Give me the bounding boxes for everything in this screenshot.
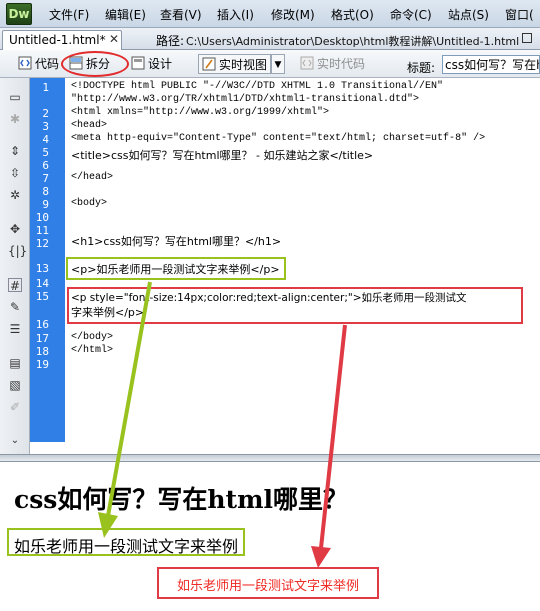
title-label: 标题: — [407, 61, 436, 75]
line-number: 18 — [35, 345, 49, 358]
restore-window-icon[interactable] — [522, 33, 532, 43]
design-paragraph-red[interactable]: 如乐老师用一段测试文字来举例 — [157, 567, 379, 599]
remove-comment-icon[interactable]: ▧ — [8, 378, 22, 392]
highlight-invalid-code-icon[interactable]: ✎ — [8, 300, 22, 314]
design-view-button[interactable]: 设计 — [131, 54, 172, 74]
code-line[interactable]: <body> — [71, 198, 107, 209]
line-number: 13 — [35, 262, 49, 275]
line-number: 4 — [42, 133, 49, 146]
menu-insert[interactable]: 插入(I) — [217, 6, 254, 23]
line-number: 9 — [42, 198, 49, 211]
code-line[interactable]: </head> — [71, 172, 113, 183]
code-view-icon — [18, 56, 32, 70]
coding-toolbar: ▭ ✱ ⇕ ⇳ ✲ ✥ {|} # ✎ ☰ ▤ ▧ ✐ ⌄ — [0, 78, 30, 454]
code-line[interactable]: </html> — [71, 345, 113, 356]
line-number: 17 — [35, 332, 49, 345]
select-parent-tag-icon[interactable]: ✥ — [8, 222, 22, 236]
code-line[interactable]: <!DOCTYPE html PUBLIC "-//W3C//DTD XHTML… — [71, 81, 443, 92]
live-code-label: 实时代码 — [317, 57, 366, 71]
menu-view[interactable]: 查看(V) — [160, 6, 202, 23]
file-management-icon[interactable]: ✱ — [8, 112, 22, 126]
collapse-tag-icon[interactable]: ⇕ — [8, 144, 22, 158]
line-numbers-icon[interactable]: # — [8, 278, 22, 293]
line-number: 3 — [42, 120, 49, 133]
code-line[interactable]: <meta http-equiv="Content-Type" content=… — [71, 133, 485, 144]
design-heading[interactable]: css如何写？写在html哪里？ — [14, 480, 348, 516]
split-view-icon — [69, 56, 83, 70]
menu-modify[interactable]: 修改(M) — [271, 6, 315, 23]
live-view-label: 实时视图 — [219, 58, 268, 72]
code-highlight-red — [67, 287, 523, 324]
code-view-label: 代码 — [35, 57, 60, 71]
syntax-error-icon[interactable]: ☰ — [8, 322, 22, 336]
code-line[interactable]: <head> — [71, 120, 107, 131]
document-tab[interactable]: Untitled-1.html* ✕ — [2, 30, 122, 50]
menu-format[interactable]: 格式(O) — [331, 6, 374, 23]
design-paragraph-green[interactable]: 如乐老师用一段测试文字来举例 — [7, 528, 245, 556]
open-documents-icon[interactable]: ▭ — [8, 90, 22, 104]
line-number: 1 — [42, 81, 49, 94]
split-divider[interactable] — [0, 454, 540, 462]
design-paragraph-red-text: 如乐老师用一段测试文字来举例 — [176, 579, 359, 594]
collapse-selection-icon[interactable]: ⇳ — [8, 166, 22, 180]
design-view-label: 设计 — [148, 57, 173, 71]
code-line[interactable]: "http://www.w3.org/TR/xhtml1/DTD/xhtml1-… — [71, 94, 419, 105]
line-number: 19 — [35, 358, 49, 371]
code-line[interactable]: <title>css如何写？写在html哪里？ - 如乐建站之家</title> — [71, 147, 373, 163]
live-view-icon — [202, 57, 216, 71]
menu-edit[interactable]: 编辑(E) — [105, 6, 146, 23]
menu-site[interactable]: 站点(S) — [448, 6, 489, 23]
code-line[interactable]: </body> — [71, 332, 113, 343]
code-line[interactable]: <h1>css如何写？写在html哪里？</h1> — [71, 233, 281, 249]
live-code-icon — [300, 56, 314, 70]
menu-file[interactable]: 文件(F) — [49, 6, 89, 23]
apply-comment-icon[interactable]: ▤ — [8, 356, 22, 370]
line-number: 11 — [35, 224, 49, 237]
close-icon[interactable]: ✕ — [109, 32, 119, 46]
dreamweaver-logo-icon: Dw — [6, 3, 32, 25]
document-path: C:\Users\Administrator\Desktop\html教程讲解\… — [186, 35, 520, 48]
code-view-button[interactable]: 代码 — [18, 54, 59, 74]
split-view-button[interactable]: 拆分 — [69, 54, 110, 74]
split-view-label: 拆分 — [86, 57, 111, 71]
line-number: 16 — [35, 318, 49, 331]
document-tab-bar: Untitled-1.html* ✕ 路径: C:\Users\Administ… — [0, 28, 540, 50]
document-tab-label: Untitled-1.html* — [9, 33, 106, 47]
live-view-dropdown[interactable]: ▼ — [271, 54, 285, 74]
line-number: 15 — [35, 290, 49, 303]
title-input[interactable]: css如何写？写在h — [442, 55, 540, 74]
line-number: 6 — [42, 159, 49, 172]
line-number: 5 — [42, 146, 49, 159]
wrap-tag-icon[interactable]: ✐ — [8, 400, 22, 414]
line-number: 7 — [42, 172, 49, 185]
path-label: 路径: — [156, 34, 185, 48]
design-paragraph-text: 如乐老师用一段测试文字来举例 — [14, 537, 239, 556]
chevron-down-icon: ▼ — [274, 60, 282, 70]
line-number: 12 — [35, 237, 49, 250]
line-number: 14 — [35, 277, 49, 290]
design-view-icon — [131, 56, 145, 70]
line-number-gutter: 1 2 3 4 5 6 7 8 9 10 11 12 13 14 15 16 1… — [30, 78, 65, 442]
menu-commands[interactable]: 命令(C) — [390, 6, 432, 23]
balance-braces-icon[interactable]: {|} — [8, 244, 27, 258]
menu-window[interactable]: 窗口( — [505, 6, 534, 23]
line-number: 10 — [35, 211, 49, 224]
expand-all-icon[interactable]: ✲ — [8, 188, 22, 202]
live-code-button[interactable]: 实时代码 — [300, 54, 365, 74]
code-line[interactable]: <html xmlns="http://www.w3.org/1999/xhtm… — [71, 107, 329, 118]
live-view-button[interactable]: 实时视图 — [198, 54, 272, 74]
line-number: 8 — [42, 185, 49, 198]
code-highlight-green — [66, 257, 286, 280]
line-number: 2 — [42, 107, 49, 120]
menu-bar: Dw 文件(F) 编辑(E) 查看(V) 插入(I) 修改(M) 格式(O) 命… — [0, 0, 540, 28]
chevron-down-icon[interactable]: ⌄ — [8, 434, 22, 448]
